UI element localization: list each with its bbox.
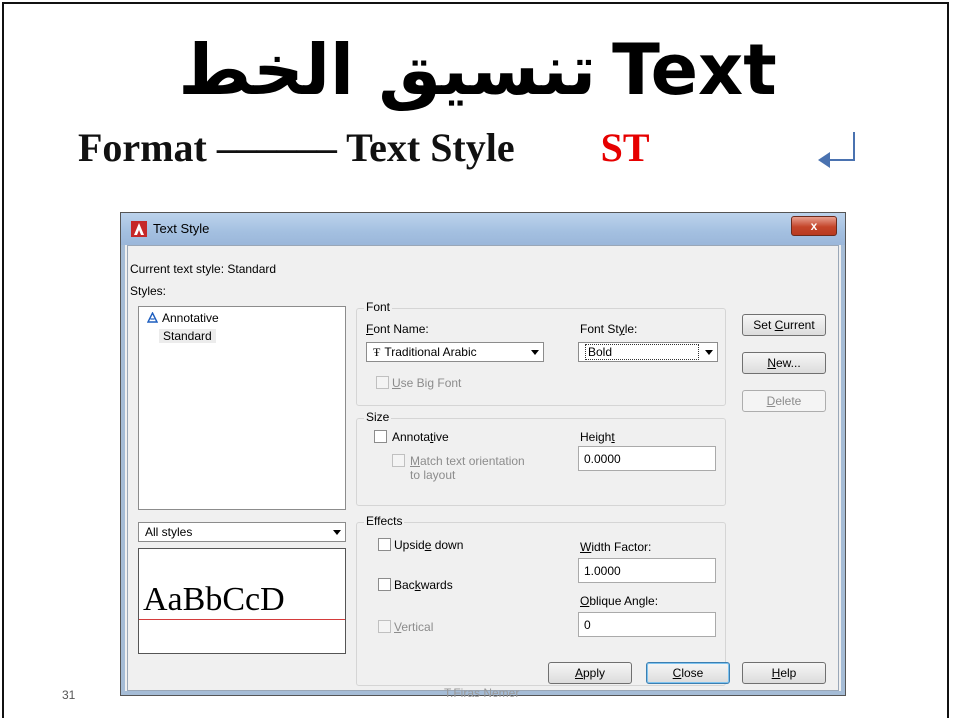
list-item-standard[interactable]: Standard [159,329,216,343]
effects-group-label: Effects [364,514,405,528]
match-orientation-label-2: to layout [410,468,456,482]
font-style-label: Font Style: [580,322,638,336]
help-button[interactable]: Help [742,662,826,684]
format-path: Format –––––– Text Style [78,125,515,170]
vertical-checkbox[interactable] [378,620,391,633]
annotative-checkbox[interactable] [374,430,387,443]
match-orientation-checkbox[interactable] [392,454,405,467]
close-button[interactable]: Close [646,662,730,684]
truetype-icon: Ŧ [373,345,381,359]
chevron-down-icon [531,350,539,355]
upside-down-label: Upside down [394,538,464,552]
width-factor-label: Width Factor: [580,540,652,554]
slide-title-arabic: تنسيق الخط [178,29,597,111]
backwards-label: Backwards [394,578,453,592]
dialog-titlebar[interactable]: Text Style x [121,213,845,245]
dialog-title: Text Style [153,221,210,236]
enter-key-icon [818,132,855,168]
new-style-button[interactable]: New... [742,352,826,374]
annotative-icon [146,311,159,323]
use-big-font-checkbox[interactable] [376,376,389,389]
slide-title-english: Text [612,29,777,111]
slide-number: 31 [62,688,76,702]
size-group-label: Size [364,410,392,424]
current-style-label: Current text style: Standard [130,262,277,276]
oblique-angle-label: Oblique Angle: [580,594,659,608]
apply-button[interactable]: Apply [548,662,632,684]
command-shortcut: ST [600,125,650,170]
height-label: Height [580,430,615,444]
height-input[interactable]: 0.0000 [578,446,716,471]
upside-down-checkbox[interactable] [378,538,391,551]
match-orientation-label: Match text orientation [410,454,525,468]
chevron-down-icon [333,530,341,535]
preview-text: AaBbCcD [143,581,285,618]
text-style-dialog: Text Style x Current text style: Standar… [120,212,846,696]
slide-subtitle: Format –––––– Text Style ST [78,124,650,171]
style-preview: AaBbCcD [138,548,346,654]
author-credit: T.Firas Nemer [444,686,520,700]
font-name-label: Font Name: [366,322,429,336]
set-current-button[interactable]: Set Current [742,314,826,336]
styles-listbox[interactable]: Annotative Standard [138,306,346,510]
autocad-app-icon [131,221,147,237]
close-window-button[interactable]: x [791,216,837,236]
delete-button[interactable]: Delete [742,390,826,412]
dialog-body: Current text style: Standard Styles: Ann… [127,245,839,691]
use-big-font-label: Use Big Font [392,376,462,390]
preview-baseline [139,619,345,620]
font-group-label: Font [364,300,393,314]
list-item-annotative[interactable]: Annotative [146,311,219,325]
chevron-down-icon [705,350,713,355]
annotative-label: Annotative [392,430,449,444]
style-filter-select[interactable]: All styles [138,522,346,542]
width-factor-input[interactable]: 1.0000 [578,558,716,583]
slide-title: تنسيق الخط Text [0,30,955,110]
font-style-select[interactable]: Bold [578,342,718,362]
oblique-angle-input[interactable]: 0 [578,612,716,637]
styles-label: Styles: [130,284,167,298]
backwards-checkbox[interactable] [378,578,391,591]
vertical-label: Vertical [394,620,434,634]
font-name-select[interactable]: Ŧ Traditional Arabic [366,342,544,362]
